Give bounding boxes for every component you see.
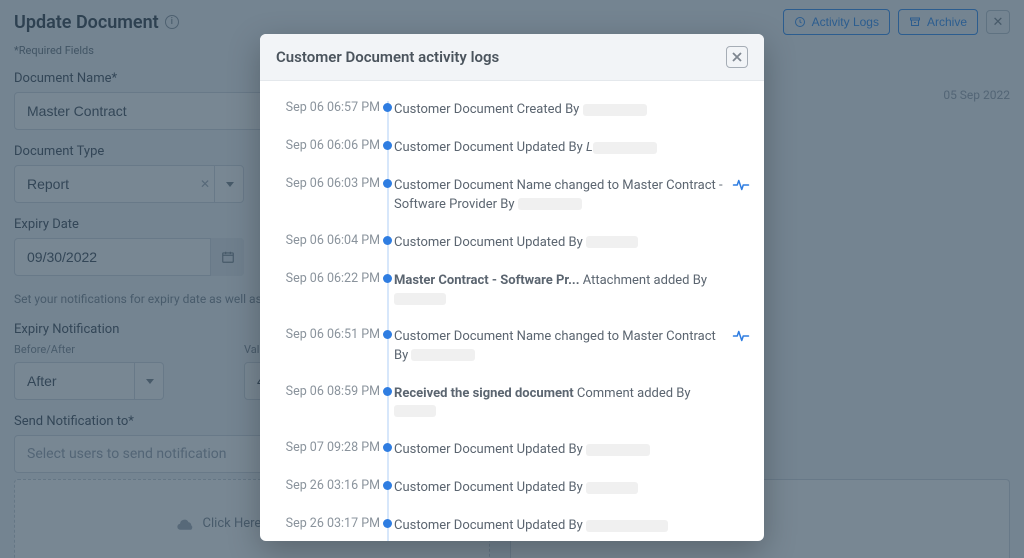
redacted-name xyxy=(586,520,668,532)
timeline-item: Sep 26 03:17 PMCustomer Document Updated… xyxy=(394,511,746,541)
timeline-text: Customer Document Name changed to Master… xyxy=(394,328,746,364)
modal-close-button[interactable] xyxy=(726,46,748,68)
modal-header: Customer Document activity logs xyxy=(260,34,764,81)
timeline-item: Sep 06 06:03 PMCustomer Document Name ch… xyxy=(394,171,746,227)
timeline-timestamp: Sep 26 03:16 PM xyxy=(278,478,380,493)
redacted-name xyxy=(586,236,638,248)
timeline-item: Sep 06 06:57 PMCustomer Document Created… xyxy=(394,95,746,133)
timeline-dot-icon xyxy=(383,330,392,339)
timeline-dot-icon xyxy=(383,236,392,245)
timeline-dot-icon xyxy=(383,519,392,528)
timeline-dot-icon xyxy=(383,274,392,283)
activity-spark-icon xyxy=(732,328,750,347)
timeline-item: Sep 07 09:28 PMCustomer Document Updated… xyxy=(394,435,746,473)
redacted-name xyxy=(411,349,475,361)
timeline-dot-icon xyxy=(383,179,392,188)
timeline-text: Customer Document Name changed to Master… xyxy=(394,177,746,213)
timeline-text: Customer Document Updated By xyxy=(394,441,670,459)
close-icon xyxy=(732,52,742,62)
timeline-text: Customer Document Updated By xyxy=(394,517,688,535)
redacted-name xyxy=(583,104,647,116)
timeline-item: Sep 06 06:51 PMCustomer Document Name ch… xyxy=(394,322,746,378)
timeline-text: Customer Document Updated By xyxy=(394,234,658,252)
timeline-timestamp: Sep 06 06:04 PM xyxy=(278,233,380,248)
timeline-timestamp: Sep 06 06:03 PM xyxy=(278,176,380,191)
timeline-timestamp: Sep 06 06:06 PM xyxy=(278,138,380,153)
timeline-item: Sep 06 08:59 PMReceived the signed docum… xyxy=(394,379,746,435)
activity-spark-icon xyxy=(732,177,750,196)
redacted-name xyxy=(593,142,657,154)
timeline-text: Customer Document Updated By L xyxy=(394,139,677,157)
timeline: Sep 06 06:57 PM Customer Document Created… xyxy=(278,95,746,541)
redacted-name xyxy=(586,482,638,494)
modal-title: Customer Document activity logs xyxy=(276,48,499,66)
timeline-item: Sep 06 06:04 PMCustomer Document Updated… xyxy=(394,228,746,266)
timeline-dot-icon xyxy=(383,103,392,112)
timeline-timestamp: Sep 26 03:17 PM xyxy=(278,516,380,531)
timeline-text: Received the signed document Comment add… xyxy=(394,385,746,421)
redacted-name xyxy=(586,444,650,456)
timeline-dot-icon xyxy=(383,387,392,396)
timeline-line xyxy=(387,101,389,541)
redacted-name xyxy=(394,405,436,417)
timeline-timestamp: Sep 07 09:28 PM xyxy=(278,440,380,455)
timeline-dot-icon xyxy=(383,443,392,452)
timeline-item: Sep 06 06:22 PMMaster Contract - Softwar… xyxy=(394,266,746,322)
modal-body: Sep 06 06:57 PM Customer Document Created… xyxy=(260,81,764,541)
timeline-item: Sep 06 06:06 PMCustomer Document Updated… xyxy=(394,133,746,171)
timeline-text: Customer Document Created By xyxy=(394,101,667,119)
timeline-timestamp: Sep 06 06:57 PM xyxy=(278,100,380,115)
timeline-dot-icon xyxy=(383,481,392,490)
timeline-timestamp: Sep 06 08:59 PM xyxy=(278,384,380,399)
timeline-text: Master Contract - Software Pr... Attachm… xyxy=(394,272,746,308)
timeline-timestamp: Sep 06 06:22 PM xyxy=(278,271,380,286)
activity-log-modal: Customer Document activity logs Sep 06 0… xyxy=(260,34,764,541)
redacted-name xyxy=(518,198,582,210)
modal-overlay: Customer Document activity logs Sep 06 0… xyxy=(0,0,1024,558)
timeline-item: Sep 26 03:16 PMCustomer Document Updated… xyxy=(394,473,746,511)
redacted-name xyxy=(394,293,446,305)
timeline-timestamp: Sep 06 06:51 PM xyxy=(278,327,380,342)
timeline-text: Customer Document Updated By xyxy=(394,479,658,497)
timeline-dot-icon xyxy=(383,141,392,150)
